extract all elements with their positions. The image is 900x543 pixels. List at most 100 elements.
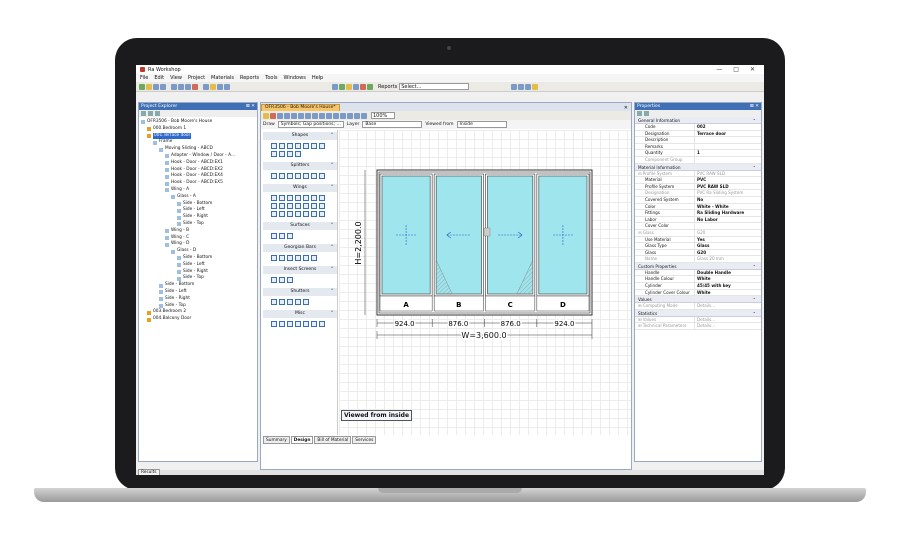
minimize-button[interactable]: —: [716, 66, 722, 73]
property-row[interactable]: Name Glass 20 mm: [635, 256, 761, 263]
menu-edit[interactable]: Edit: [154, 75, 164, 81]
tool-icon[interactable]: [277, 112, 283, 119]
menu-tools[interactable]: Tools: [265, 75, 277, 81]
results-tab[interactable]: Results: [138, 469, 160, 475]
tool-icon[interactable]: [532, 83, 539, 90]
handle-icon[interactable]: [483, 227, 491, 237]
paste-icon[interactable]: [185, 83, 191, 90]
property-section[interactable]: Statistics ⌃: [635, 309, 761, 317]
explorer-tool-icon[interactable]: [141, 111, 146, 116]
tree-item[interactable]: OFR3506 - Bob Moore's House: [141, 119, 255, 126]
palette-item-icon[interactable]: [287, 255, 293, 261]
palette-item-icon[interactable]: [287, 203, 293, 209]
palette-item-icon[interactable]: [295, 321, 301, 327]
tool-icon[interactable]: [312, 112, 318, 119]
property-value[interactable]: Glass 20 mm: [695, 256, 761, 262]
tool-icon[interactable]: [347, 112, 353, 119]
tree-item[interactable]: Wing - C: [141, 235, 255, 242]
tree-item[interactable]: Side - Right: [141, 296, 255, 303]
tool-icon[interactable]: [319, 112, 325, 119]
palette-item-icon[interactable]: [271, 299, 277, 305]
property-value[interactable]: 1: [695, 150, 761, 156]
reports-select[interactable]: Select...: [399, 83, 470, 90]
palette-item-icon[interactable]: [319, 203, 325, 209]
property-value[interactable]: 002: [695, 124, 761, 130]
property-value[interactable]: White - White: [695, 204, 761, 210]
property-row[interactable]: ⊞ Computing Mode Details...: [635, 303, 761, 310]
tree-item[interactable]: Wing - B: [141, 228, 255, 235]
palette-item-icon[interactable]: [303, 203, 309, 209]
explorer-tool-icon[interactable]: [148, 111, 153, 116]
property-value[interactable]: PVC: [695, 177, 761, 183]
menu-materials[interactable]: Materials: [211, 75, 234, 81]
property-row[interactable]: Designation PVC Ra Sliding System: [635, 190, 761, 197]
tab-services[interactable]: Services: [352, 436, 377, 444]
property-row[interactable]: Color White - White: [635, 203, 761, 211]
save-icon[interactable]: [153, 83, 159, 90]
tree-item[interactable]: Hook - Door - ABCD:EX5: [141, 180, 255, 187]
tool-icon[interactable]: [525, 83, 532, 90]
palette-item-icon[interactable]: [271, 277, 277, 283]
palette-item-icon[interactable]: [303, 255, 309, 261]
palette-item-icon[interactable]: [279, 143, 285, 149]
palette-item-icon[interactable]: [287, 211, 293, 217]
palette-item-icon[interactable]: [303, 299, 309, 305]
property-section[interactable]: Values ⌃: [635, 296, 761, 304]
tree-item[interactable]: Glass - D: [141, 248, 255, 255]
print-icon[interactable]: [160, 83, 166, 90]
palette-item-icon[interactable]: [271, 151, 277, 157]
tool-icon[interactable]: [360, 83, 366, 90]
tool-icon[interactable]: [511, 83, 518, 90]
palette-item-icon[interactable]: [271, 195, 277, 201]
alphabetical-icon[interactable]: [644, 111, 649, 116]
menu-reports[interactable]: Reports: [240, 75, 259, 81]
property-row[interactable]: ⊞ Technical Parameters Details...: [635, 323, 761, 331]
property-row[interactable]: Designation Terrace door: [635, 130, 761, 138]
palette-header[interactable]: Misc ⌃: [263, 310, 337, 318]
properties-close-button[interactable]: ⊠ ✕: [750, 103, 761, 110]
tab-design[interactable]: Design: [290, 436, 314, 444]
viewed-from-select[interactable]: Inside: [456, 121, 507, 128]
tool-icon[interactable]: [203, 83, 209, 90]
cut-icon[interactable]: [171, 83, 177, 90]
tool-icon[interactable]: [224, 83, 230, 90]
door-drawing[interactable]: A B C D H=2,200.0 924.0 876.0 876.0 924.0 W=3,…: [339, 130, 631, 435]
palette-item-icon[interactable]: [271, 143, 277, 149]
palette-item-icon[interactable]: [303, 211, 309, 217]
palette-item-icon[interactable]: [279, 233, 285, 239]
tab-bill-of-material[interactable]: Bill of Material: [314, 436, 352, 444]
tool-icon[interactable]: [305, 112, 311, 119]
palette-item-icon[interactable]: [295, 299, 301, 305]
property-value[interactable]: PVC Ra Sliding System: [695, 190, 761, 196]
property-row[interactable]: Labor No Labor: [635, 216, 761, 224]
property-row[interactable]: Material PVC: [635, 177, 761, 184]
property-row[interactable]: Cylinder 45/45 with key: [635, 283, 761, 290]
palette-header[interactable]: Insect Screens ⌃: [263, 266, 337, 274]
property-value[interactable]: 45/45 with key: [695, 283, 761, 289]
palette-item-icon[interactable]: [311, 321, 317, 327]
tool-icon[interactable]: [270, 112, 276, 119]
palette-item-icon[interactable]: [279, 203, 285, 209]
tool-icon[interactable]: [284, 112, 290, 119]
property-value[interactable]: Details...: [695, 317, 761, 323]
tree-item[interactable]: Side - Bottom: [141, 282, 255, 289]
property-value[interactable]: PVC RAW SLD: [695, 184, 761, 190]
property-row[interactable]: Component Group: [635, 156, 761, 164]
collapse-icon[interactable]: ⌃: [330, 222, 334, 230]
property-row[interactable]: Use Material Yes: [635, 236, 761, 244]
palette-header[interactable]: Shutters ⌃: [263, 288, 337, 296]
palette-item-icon[interactable]: [271, 173, 277, 179]
property-row[interactable]: Cylinder Cover Colour White: [635, 289, 761, 297]
palette-item-icon[interactable]: [287, 173, 293, 179]
menu-help[interactable]: Help: [312, 75, 323, 81]
tool-icon[interactable]: [361, 112, 367, 119]
property-value[interactable]: [695, 137, 761, 143]
property-row[interactable]: Glass Type Glass: [635, 243, 761, 250]
palette-item-icon[interactable]: [311, 203, 317, 209]
property-row[interactable]: Description: [635, 137, 761, 144]
property-row[interactable]: Handle Colour White: [635, 276, 761, 284]
palette-item-icon[interactable]: [311, 195, 317, 201]
draw-select[interactable]: Symbols; Gap positions; ...: [277, 121, 344, 128]
tree-item[interactable]: Side - Left: [141, 289, 255, 296]
tool-icon[interactable]: [367, 83, 373, 90]
